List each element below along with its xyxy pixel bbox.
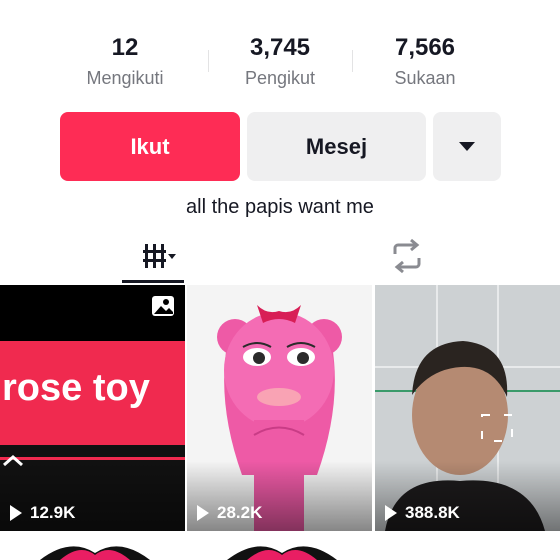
- view-count: 28.2K: [197, 503, 262, 523]
- video-tile[interactable]: rose toy 12.9K: [0, 285, 185, 531]
- play-icon: [385, 505, 397, 521]
- stat-divider: [208, 50, 209, 72]
- thumbnail-accent-bar: [0, 457, 185, 460]
- video-grid-next-row: [0, 533, 560, 560]
- profile-actions: Ikut Mesej: [60, 112, 501, 181]
- likes-count: 7,566: [394, 34, 456, 61]
- video-tile[interactable]: 388.8K: [375, 285, 560, 531]
- more-options-button[interactable]: [433, 112, 501, 181]
- view-count-text: 28.2K: [217, 503, 263, 522]
- followers-stat[interactable]: 3,745 Pengikut: [215, 32, 345, 92]
- following-label: Mengikuti: [86, 68, 164, 88]
- video-tile[interactable]: [0, 533, 185, 560]
- message-button[interactable]: Mesej: [247, 112, 426, 181]
- photo-icon: [152, 296, 174, 316]
- following-count: 12: [111, 34, 139, 61]
- likes-label: Sukaan: [394, 68, 456, 88]
- bow-thumbnail: [227, 546, 337, 560]
- view-count: 388.8K: [385, 503, 460, 523]
- video-tile[interactable]: [187, 533, 372, 560]
- tab-repost[interactable]: [347, 228, 467, 284]
- likes-stat[interactable]: 7,566 Sukaan: [360, 32, 490, 92]
- play-icon: [10, 505, 22, 521]
- grid-filter-icon: [143, 244, 176, 268]
- stat-divider: [352, 50, 353, 72]
- tab-videos[interactable]: [95, 228, 215, 284]
- following-stat[interactable]: 12 Mengikuti: [60, 32, 190, 92]
- view-count: 12.9K: [10, 503, 75, 523]
- thumbnail-text: rose toy: [2, 367, 150, 409]
- view-count-text: 12.9K: [30, 503, 76, 522]
- active-tab-indicator: [122, 280, 184, 283]
- video-tile[interactable]: 28.2K: [187, 285, 372, 531]
- bow-thumbnail: [40, 546, 150, 560]
- content-tabs: [0, 228, 560, 284]
- followers-label: Pengikut: [244, 68, 316, 88]
- play-icon: [197, 505, 209, 521]
- profile-bio: all the papis want me: [186, 196, 374, 218]
- caret-down-icon: [459, 142, 475, 151]
- followers-count: 3,745: [249, 34, 311, 61]
- repost-icon: [393, 238, 421, 274]
- view-count-text: 388.8K: [405, 503, 460, 522]
- profile-stats: 12 Mengikuti 3,745 Pengikut 7,566 Sukaan: [60, 32, 500, 96]
- follow-button[interactable]: Ikut: [60, 112, 240, 181]
